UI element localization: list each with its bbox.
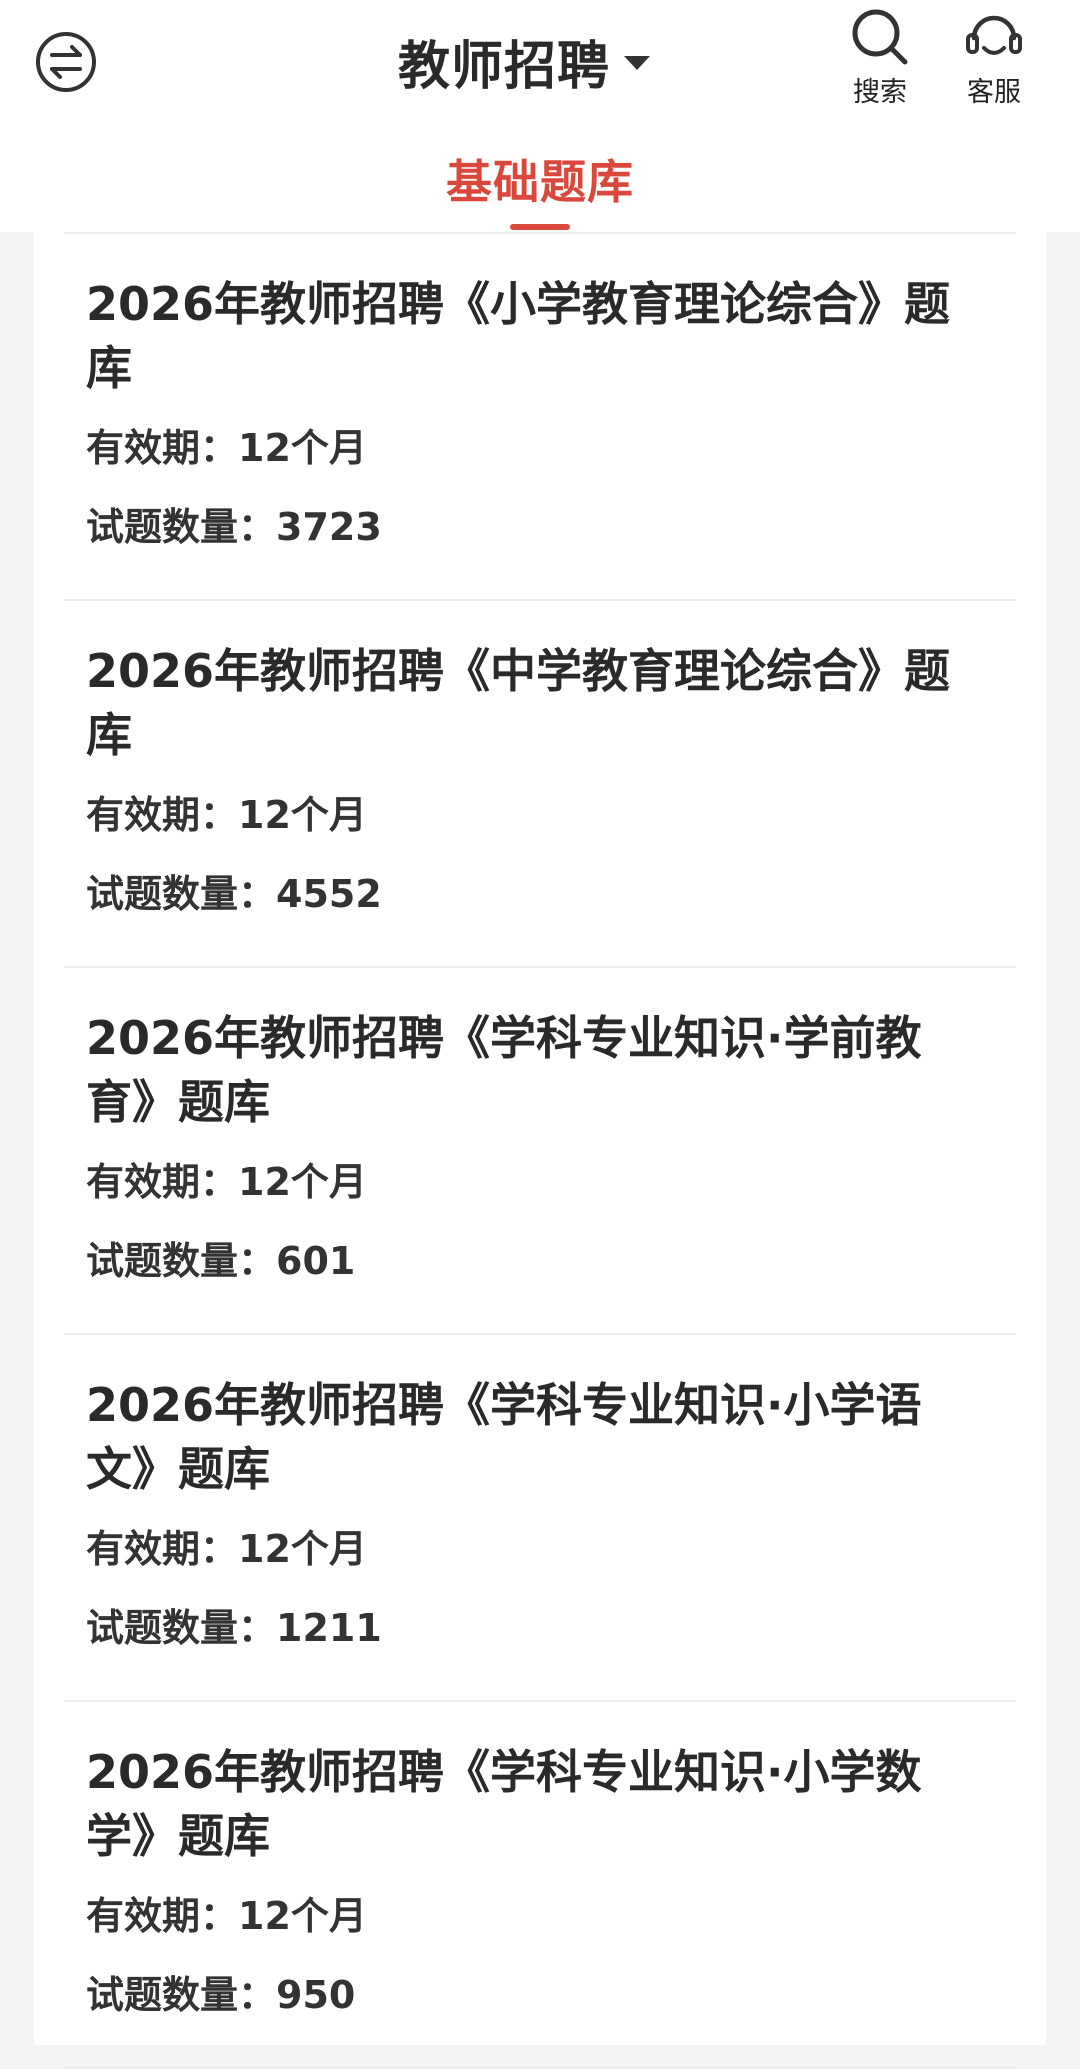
exam-category-dropdown[interactable]: 教师招聘 bbox=[398, 26, 651, 97]
item-title: 2026年教师招聘《学科专业知识·小学数学》题库 bbox=[86, 1745, 922, 1863]
question-bank-item[interactable]: 2026年教师招聘《学科专业知识·小学语文》题库 有效期：12个月 试题数量：1… bbox=[64, 1335, 1016, 1702]
item-question-count: 试题数量：950 bbox=[86, 1973, 356, 2017]
exchange-circle-icon bbox=[36, 32, 96, 92]
item-validity: 有效期：12个月 bbox=[86, 1527, 367, 1571]
search-label: 搜索 bbox=[853, 77, 907, 108]
question-bank-item[interactable]: 2026年教师招聘《学科专业知识·学前教育》题库 有效期：12个月 试题数量：6… bbox=[64, 968, 1016, 1335]
item-validity: 有效期：12个月 bbox=[86, 793, 367, 837]
item-validity: 有效期：12个月 bbox=[86, 1160, 367, 1204]
page-title: 教师招聘 bbox=[398, 36, 611, 97]
switch-menu-button[interactable] bbox=[34, 30, 98, 94]
tab-basic-question-bank[interactable]: 基础题库 bbox=[420, 146, 660, 230]
item-question-count: 试题数量：1211 bbox=[86, 1606, 382, 1650]
headset-icon bbox=[966, 15, 1022, 55]
chevron-down-icon bbox=[624, 56, 651, 70]
question-bank-item[interactable]: 2026年教师招聘《中学教育理论综合》题库 有效期：12个月 试题数量：4552 bbox=[64, 601, 1016, 968]
customer-service-label: 客服 bbox=[967, 77, 1021, 108]
item-title: 2026年教师招聘《中学教育理论综合》题库 bbox=[86, 644, 951, 762]
item-validity: 有效期：12个月 bbox=[86, 1894, 367, 1938]
item-question-count: 试题数量：3723 bbox=[86, 505, 382, 549]
search-button[interactable]: 搜索 bbox=[840, 6, 920, 109]
item-title: 2026年教师招聘《小学教育理论综合》题库 bbox=[86, 277, 951, 395]
active-tab-indicator bbox=[510, 224, 570, 230]
item-title: 2026年教师招聘《学科专业知识·学前教育》题库 bbox=[86, 1011, 922, 1129]
question-bank-list: 2026年教师招聘《小学教育理论综合》题库 有效期：12个月 试题数量：3723… bbox=[34, 232, 1046, 2069]
item-validity: 有效期：12个月 bbox=[86, 426, 367, 470]
top-header: 教师招聘 搜索 客服 基础题库 bbox=[0, 0, 1080, 232]
item-question-count: 试题数量：601 bbox=[86, 1239, 356, 1283]
search-icon bbox=[852, 9, 908, 65]
item-title: 2026年教师招聘《学科专业知识·小学语文》题库 bbox=[86, 1378, 922, 1496]
tab-label: 基础题库 bbox=[446, 155, 634, 209]
question-bank-item[interactable]: 2026年教师招聘《学科专业知识·小学数学》题库 有效期：12个月 试题数量：9… bbox=[64, 1702, 1016, 2069]
customer-service-button[interactable]: 客服 bbox=[954, 6, 1034, 109]
item-question-count: 试题数量：4552 bbox=[86, 872, 382, 916]
question-bank-item[interactable]: 2026年教师招聘《小学教育理论综合》题库 有效期：12个月 试题数量：3723 bbox=[64, 232, 1016, 601]
